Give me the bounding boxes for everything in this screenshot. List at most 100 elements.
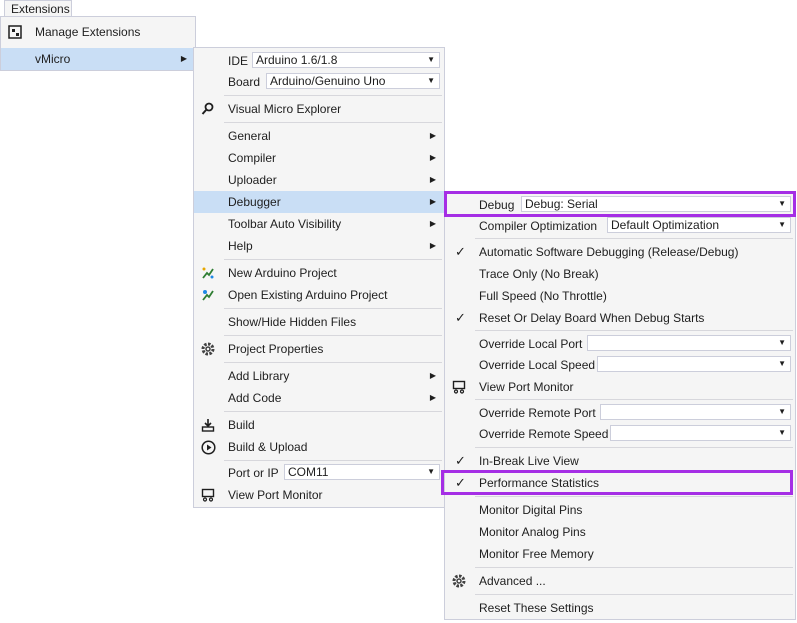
build-label: Build — [228, 418, 255, 432]
chevron-down-icon: ▼ — [778, 428, 786, 437]
override-remote-port-label: Override Remote Port — [479, 406, 596, 420]
full-speed-item[interactable]: Full Speed (No Throttle) — [445, 285, 795, 307]
override-local-port-select[interactable]: ▼ — [587, 335, 791, 351]
build-icon — [200, 417, 216, 433]
play-circle-icon — [200, 439, 216, 455]
explorer-label: Visual Micro Explorer — [228, 102, 342, 116]
checkmark-icon: ✓ — [455, 310, 466, 325]
extensions-menu: Manage Extensions vMicro ▶ — [0, 16, 196, 71]
general-item[interactable]: General ▶ — [194, 125, 444, 147]
debug-select[interactable]: Debug: Serial ▼ — [521, 196, 791, 212]
chevron-down-icon: ▼ — [778, 359, 786, 368]
ide-select-value: Arduino 1.6/1.8 — [256, 53, 338, 67]
add-code-label: Add Code — [228, 391, 282, 405]
port-select[interactable]: COM11 ▼ — [284, 464, 440, 480]
gear-icon — [451, 573, 467, 589]
compiler-item[interactable]: Compiler ▶ — [194, 147, 444, 169]
performance-statistics-item[interactable]: ✓ Performance Statistics — [445, 472, 795, 494]
checkmark-icon: ✓ — [455, 244, 466, 259]
toolbar-auto-visibility-item[interactable]: Toolbar Auto Visibility ▶ — [194, 213, 444, 235]
toolbar-vis-label: Toolbar Auto Visibility — [228, 217, 342, 231]
reset-delay-item[interactable]: ✓ Reset Or Delay Board When Debug Starts — [445, 307, 795, 329]
gear-icon — [200, 341, 216, 357]
debugger-menu: Debug Debug: Serial ▼ Compiler Optimizat… — [444, 191, 796, 620]
auto-sw-debug-label: Automatic Software Debugging (Release/De… — [479, 245, 739, 259]
add-library-item[interactable]: Add Library ▶ — [194, 365, 444, 387]
reset-settings-label: Reset These Settings — [479, 601, 594, 615]
override-local-speed-row: Override Local Speed ▼ — [445, 354, 795, 376]
uploader-item[interactable]: Uploader ▶ — [194, 169, 444, 191]
advanced-item[interactable]: Advanced ... — [445, 570, 795, 592]
override-remote-speed-label: Override Remote Speed — [479, 427, 609, 441]
port-select-value: COM11 — [288, 465, 329, 479]
board-row: Board Arduino/Genuino Uno ▼ — [194, 71, 444, 93]
open-arduino-project-item[interactable]: Open Existing Arduino Project — [194, 284, 444, 306]
override-remote-speed-row: Override Remote Speed ▼ — [445, 423, 795, 445]
port-row: Port or IP COM11 ▼ — [194, 462, 444, 484]
auto-sw-debug-item[interactable]: ✓ Automatic Software Debugging (Release/D… — [445, 241, 795, 263]
help-item[interactable]: Help ▶ — [194, 235, 444, 257]
add-library-label: Add Library — [228, 369, 290, 383]
help-label: Help — [228, 239, 253, 253]
board-select-value: Arduino/Genuino Uno — [270, 74, 386, 88]
trace-only-item[interactable]: Trace Only (No Break) — [445, 263, 795, 285]
view-port-monitor-label: View Port Monitor — [228, 488, 323, 502]
show-hide-hidden-files-item[interactable]: Show/Hide Hidden Files — [194, 311, 444, 333]
override-local-speed-select[interactable]: ▼ — [597, 356, 791, 372]
open-project-icon — [200, 287, 216, 303]
chevron-down-icon: ▼ — [778, 220, 786, 229]
submenu-arrow-icon: ▶ — [180, 54, 187, 63]
override-remote-speed-select[interactable]: ▼ — [610, 425, 791, 441]
chevron-down-icon: ▼ — [778, 199, 786, 208]
monitor-analog-pins-item[interactable]: Monitor Analog Pins — [445, 521, 795, 543]
new-arduino-project-item[interactable]: New Arduino Project — [194, 262, 444, 284]
monitor-digital-pins-item[interactable]: Monitor Digital Pins — [445, 499, 795, 521]
reset-these-settings-item[interactable]: Reset These Settings — [445, 597, 795, 619]
reset-delay-label: Reset Or Delay Board When Debug Starts — [479, 311, 705, 325]
vmicro-item[interactable]: vMicro ▶ — [1, 48, 195, 70]
add-code-item[interactable]: Add Code ▶ — [194, 387, 444, 409]
checkmark-icon: ✓ — [455, 475, 466, 490]
extensions-menu-tab[interactable]: Extensions — [4, 0, 72, 16]
submenu-arrow-icon: ▶ — [429, 241, 436, 250]
override-remote-port-select[interactable]: ▼ — [600, 404, 791, 420]
board-select[interactable]: Arduino/Genuino Uno ▼ — [266, 73, 440, 89]
ide-label: IDE — [228, 54, 249, 68]
chevron-down-icon: ▼ — [427, 467, 435, 476]
vmicro-menu: IDE Arduino 1.6/1.8 ▼ Board Arduino/Genu… — [193, 47, 445, 508]
manage-extensions-item[interactable]: Manage Extensions — [1, 21, 195, 43]
manage-extensions-label: Manage Extensions — [35, 25, 141, 39]
visual-micro-explorer-item[interactable]: Visual Micro Explorer — [194, 98, 444, 120]
project-props-label: Project Properties — [228, 342, 324, 356]
view-port-monitor-item[interactable]: View Port Monitor — [194, 484, 444, 506]
monitor-icon — [451, 379, 467, 395]
debug-view-port-monitor-label: View Port Monitor — [479, 380, 574, 394]
monitor-free-memory-item[interactable]: Monitor Free Memory — [445, 543, 795, 565]
board-label: Board — [228, 75, 261, 89]
compiler-opt-value: Default Optimization — [611, 218, 720, 232]
override-local-port-row: Override Local Port ▼ — [445, 333, 795, 355]
new-project-icon — [200, 265, 216, 281]
build-upload-label: Build & Upload — [228, 440, 308, 454]
ide-select[interactable]: Arduino 1.6/1.8 ▼ — [252, 52, 440, 68]
compiler-optimization-row: Compiler Optimization Default Optimizati… — [445, 215, 795, 237]
compiler-label: Compiler — [228, 151, 277, 165]
debugger-item[interactable]: Debugger ▶ — [194, 191, 444, 213]
monitor-icon — [200, 487, 216, 503]
build-upload-item[interactable]: Build & Upload — [194, 436, 444, 458]
chevron-down-icon: ▼ — [427, 76, 435, 85]
chevron-down-icon: ▼ — [778, 338, 786, 347]
submenu-arrow-icon: ▶ — [429, 131, 436, 140]
debug-view-port-monitor-item[interactable]: View Port Monitor — [445, 376, 795, 398]
submenu-arrow-icon: ▶ — [429, 153, 436, 162]
ide-row: IDE Arduino 1.6/1.8 ▼ — [194, 50, 444, 72]
extensions-icon — [7, 24, 23, 40]
perf-stats-label: Performance Statistics — [479, 476, 600, 490]
compiler-optimization-select[interactable]: Default Optimization ▼ — [607, 217, 791, 233]
submenu-arrow-icon: ▶ — [429, 371, 436, 380]
override-remote-port-row: Override Remote Port ▼ — [445, 402, 795, 424]
build-item[interactable]: Build — [194, 414, 444, 436]
debugger-label: Debugger — [228, 195, 281, 209]
project-properties-item[interactable]: Project Properties — [194, 338, 444, 360]
inbreak-live-view-item[interactable]: ✓ In-Break Live View — [445, 450, 795, 472]
